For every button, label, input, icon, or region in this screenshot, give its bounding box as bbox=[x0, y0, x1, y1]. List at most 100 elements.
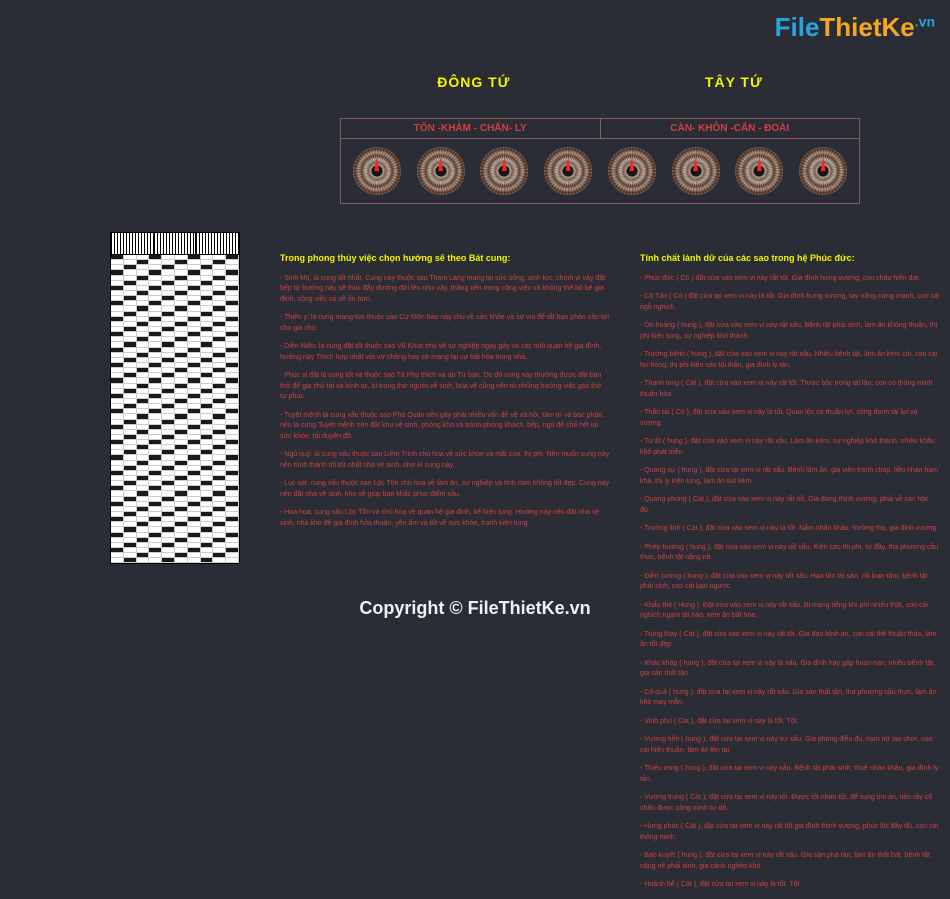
table-cell bbox=[149, 404, 162, 408]
table-cell bbox=[137, 363, 150, 367]
table-cell bbox=[111, 435, 124, 439]
table-cell bbox=[149, 553, 162, 557]
header-titles-row: ĐÔNG TỨ TÂY TỨ bbox=[340, 74, 860, 90]
table-cell bbox=[188, 312, 201, 316]
table-cell bbox=[137, 337, 150, 341]
table-cell bbox=[149, 312, 162, 316]
table-cell bbox=[226, 358, 239, 362]
table-cell bbox=[226, 378, 239, 382]
content-paragraph: - Vương tiền ( hung ), đặt cừa tại xem v… bbox=[640, 735, 940, 756]
table-cell bbox=[162, 450, 175, 454]
table-cell bbox=[137, 348, 150, 352]
content-paragraph: - Hoành bể ( Cát ), đặt cừa tại xem vị n… bbox=[640, 880, 940, 891]
table-cell bbox=[137, 260, 150, 264]
table-cell bbox=[226, 363, 239, 367]
table-cell bbox=[226, 466, 239, 470]
table-cell bbox=[162, 502, 175, 506]
table-cell bbox=[226, 486, 239, 490]
header-title-west: TÂY TỨ bbox=[705, 74, 763, 90]
table-cell bbox=[162, 440, 175, 444]
table-cell bbox=[188, 517, 201, 521]
table-cell bbox=[188, 409, 201, 413]
table-cell bbox=[213, 394, 226, 398]
table-cell bbox=[162, 363, 175, 367]
table-cell bbox=[201, 306, 214, 310]
table-cell bbox=[188, 543, 201, 547]
table-cell bbox=[213, 476, 226, 480]
table-cell bbox=[201, 548, 214, 552]
table-cell bbox=[111, 312, 124, 316]
table-cell bbox=[213, 548, 226, 552]
table-cell bbox=[201, 517, 214, 521]
table-cell bbox=[175, 543, 188, 547]
table-cell bbox=[226, 455, 239, 459]
table-cell bbox=[175, 301, 188, 305]
table-cell bbox=[201, 358, 214, 362]
table-cell bbox=[149, 533, 162, 537]
table-cell bbox=[137, 471, 150, 475]
table-cell bbox=[149, 512, 162, 516]
table-cell bbox=[162, 409, 175, 413]
table-cell bbox=[162, 358, 175, 362]
table-cell bbox=[149, 440, 162, 444]
table-cell bbox=[162, 255, 175, 259]
table-cell bbox=[201, 420, 214, 424]
table-cell bbox=[111, 265, 124, 269]
content-paragraph: - Thiếu vong ( hung ), đặt cừa tại xem v… bbox=[640, 764, 940, 785]
table-cell bbox=[124, 450, 137, 454]
table-cell bbox=[162, 394, 175, 398]
table-cell bbox=[149, 265, 162, 269]
table-cell bbox=[124, 543, 137, 547]
table-cell bbox=[137, 394, 150, 398]
table-cell bbox=[162, 260, 175, 264]
table-cell bbox=[149, 286, 162, 290]
table-cell bbox=[175, 430, 188, 434]
table-cell bbox=[201, 486, 214, 490]
watermark-part2: ThietKe bbox=[819, 12, 914, 42]
table-cell bbox=[137, 322, 150, 326]
table-cell bbox=[213, 373, 226, 377]
content-paragraph: - Điền cường ( hung ), đặt cừa vào xem v… bbox=[640, 572, 940, 593]
table-cell bbox=[201, 342, 214, 346]
table-cell bbox=[124, 363, 137, 367]
table-cell bbox=[124, 430, 137, 434]
table-cell bbox=[137, 414, 150, 418]
table-cell bbox=[162, 342, 175, 346]
table-cell bbox=[162, 435, 175, 439]
table-cell bbox=[213, 255, 226, 259]
table-cell bbox=[213, 286, 226, 290]
table-cell bbox=[188, 342, 201, 346]
table-cell bbox=[226, 461, 239, 465]
table-cell bbox=[149, 260, 162, 264]
table-cell bbox=[124, 296, 137, 300]
table-cell bbox=[175, 265, 188, 269]
table-cell bbox=[124, 435, 137, 439]
table-cell bbox=[201, 466, 214, 470]
table-cell bbox=[149, 281, 162, 285]
table-cell bbox=[201, 502, 214, 506]
table-cell bbox=[124, 384, 137, 388]
table-cell bbox=[162, 414, 175, 418]
table-cell bbox=[111, 461, 124, 465]
table-cell bbox=[124, 291, 137, 295]
table-cell bbox=[226, 301, 239, 305]
table-cell bbox=[213, 491, 226, 495]
table-cell bbox=[137, 522, 150, 526]
table-cell bbox=[111, 445, 124, 449]
table-cell bbox=[226, 327, 239, 331]
table-cell bbox=[149, 425, 162, 429]
table-cell bbox=[111, 260, 124, 264]
table-cell bbox=[149, 301, 162, 305]
table-cell bbox=[201, 543, 214, 547]
table-cell bbox=[124, 481, 137, 485]
table-cell bbox=[124, 548, 137, 552]
table-cell bbox=[111, 353, 124, 357]
table-cell bbox=[226, 312, 239, 316]
table-cell bbox=[162, 517, 175, 521]
table-cell bbox=[226, 394, 239, 398]
table-cell bbox=[111, 348, 124, 352]
table-cell bbox=[213, 481, 226, 485]
table-cell bbox=[162, 312, 175, 316]
table-cell bbox=[201, 512, 214, 516]
table-cell bbox=[149, 461, 162, 465]
